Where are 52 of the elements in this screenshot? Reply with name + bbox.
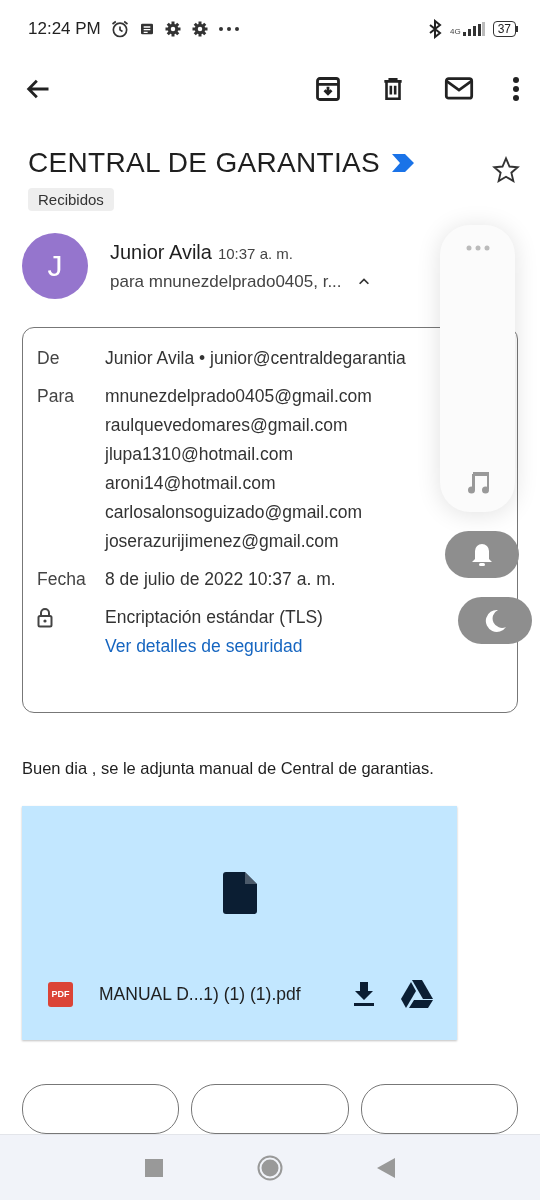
bell-toggle[interactable] bbox=[445, 531, 519, 578]
moon-toggle[interactable] bbox=[458, 597, 532, 644]
attachment-card[interactable]: PDF MANUAL D...1) (1) (1).pdf bbox=[22, 806, 457, 1040]
lock-icon bbox=[37, 607, 53, 628]
download-icon[interactable] bbox=[353, 982, 375, 1006]
drive-icon[interactable] bbox=[401, 980, 433, 1008]
recents-icon[interactable] bbox=[145, 1158, 163, 1177]
detail-value: jlupa1310@hotmail.com bbox=[105, 443, 293, 466]
detail-value: carlosalonsoguizado@gmail.com bbox=[105, 501, 363, 524]
avatar: J bbox=[22, 233, 88, 299]
network-type: 4G bbox=[449, 28, 461, 36]
home-icon[interactable] bbox=[257, 1154, 283, 1181]
back-icon[interactable] bbox=[377, 1157, 395, 1178]
detail-value: mnunezdelprado0405@gmail.com bbox=[105, 385, 372, 408]
bell-icon bbox=[471, 542, 493, 567]
email-subject: CENTRAL DE GARANTIAS bbox=[28, 146, 380, 180]
message-body: Buen dia , se le adjunta manual de Central de garantias. bbox=[22, 759, 434, 777]
security-details-link[interactable]: Ver detalles de seguridad bbox=[105, 636, 303, 656]
detail-label: De bbox=[37, 347, 61, 370]
attachment-filename: MANUAL D...1) (1) (1).pdf bbox=[99, 983, 301, 1005]
document-icon bbox=[222, 872, 257, 914]
recipients-summary[interactable]: para mnunezdelprado0405, r... bbox=[110, 271, 342, 292]
reply-button[interactable] bbox=[191, 1084, 349, 1134]
archive-icon[interactable] bbox=[314, 75, 342, 103]
detail-label: Fecha bbox=[37, 568, 87, 591]
message-time: 10:37 a. m. bbox=[217, 244, 293, 262]
detail-label: Para bbox=[37, 385, 75, 408]
settings-icon bbox=[190, 20, 209, 38]
importance-marker-icon bbox=[391, 154, 414, 172]
label-chip[interactable]: Recibidos bbox=[28, 188, 114, 211]
message-icon bbox=[138, 21, 155, 37]
bluetooth-icon bbox=[427, 19, 442, 39]
more-icon bbox=[217, 26, 240, 32]
detail-value: 8 de julio de 2022 10:37 a. m. bbox=[105, 568, 336, 591]
more-vertical-icon[interactable] bbox=[512, 76, 520, 102]
alarm-clock-icon bbox=[109, 19, 130, 39]
detail-value: Encriptación estándar (TLS) bbox=[105, 606, 323, 629]
mail-icon[interactable] bbox=[444, 75, 474, 103]
star-icon[interactable] bbox=[492, 156, 520, 184]
pdf-file-badge: PDF bbox=[48, 981, 73, 1007]
reply-button[interactable] bbox=[360, 1084, 518, 1134]
detail-value: aroni14@hotmail.com bbox=[105, 472, 276, 495]
reply-button[interactable] bbox=[22, 1084, 180, 1134]
signal-icon bbox=[462, 22, 485, 36]
detail-value: joserazurijimenez@gmail.com bbox=[105, 530, 339, 553]
music-note-icon[interactable] bbox=[466, 472, 489, 494]
moon-icon bbox=[483, 608, 507, 633]
sender-name: Junior Avila bbox=[110, 240, 212, 263]
clock-time: 12:24 PM bbox=[28, 19, 101, 39]
detail-value: Junior Avila • junior@centraldegarantia bbox=[105, 347, 406, 370]
detail-value: raulquevedomares@gmail.com bbox=[105, 414, 348, 437]
settings-icon bbox=[163, 20, 182, 38]
